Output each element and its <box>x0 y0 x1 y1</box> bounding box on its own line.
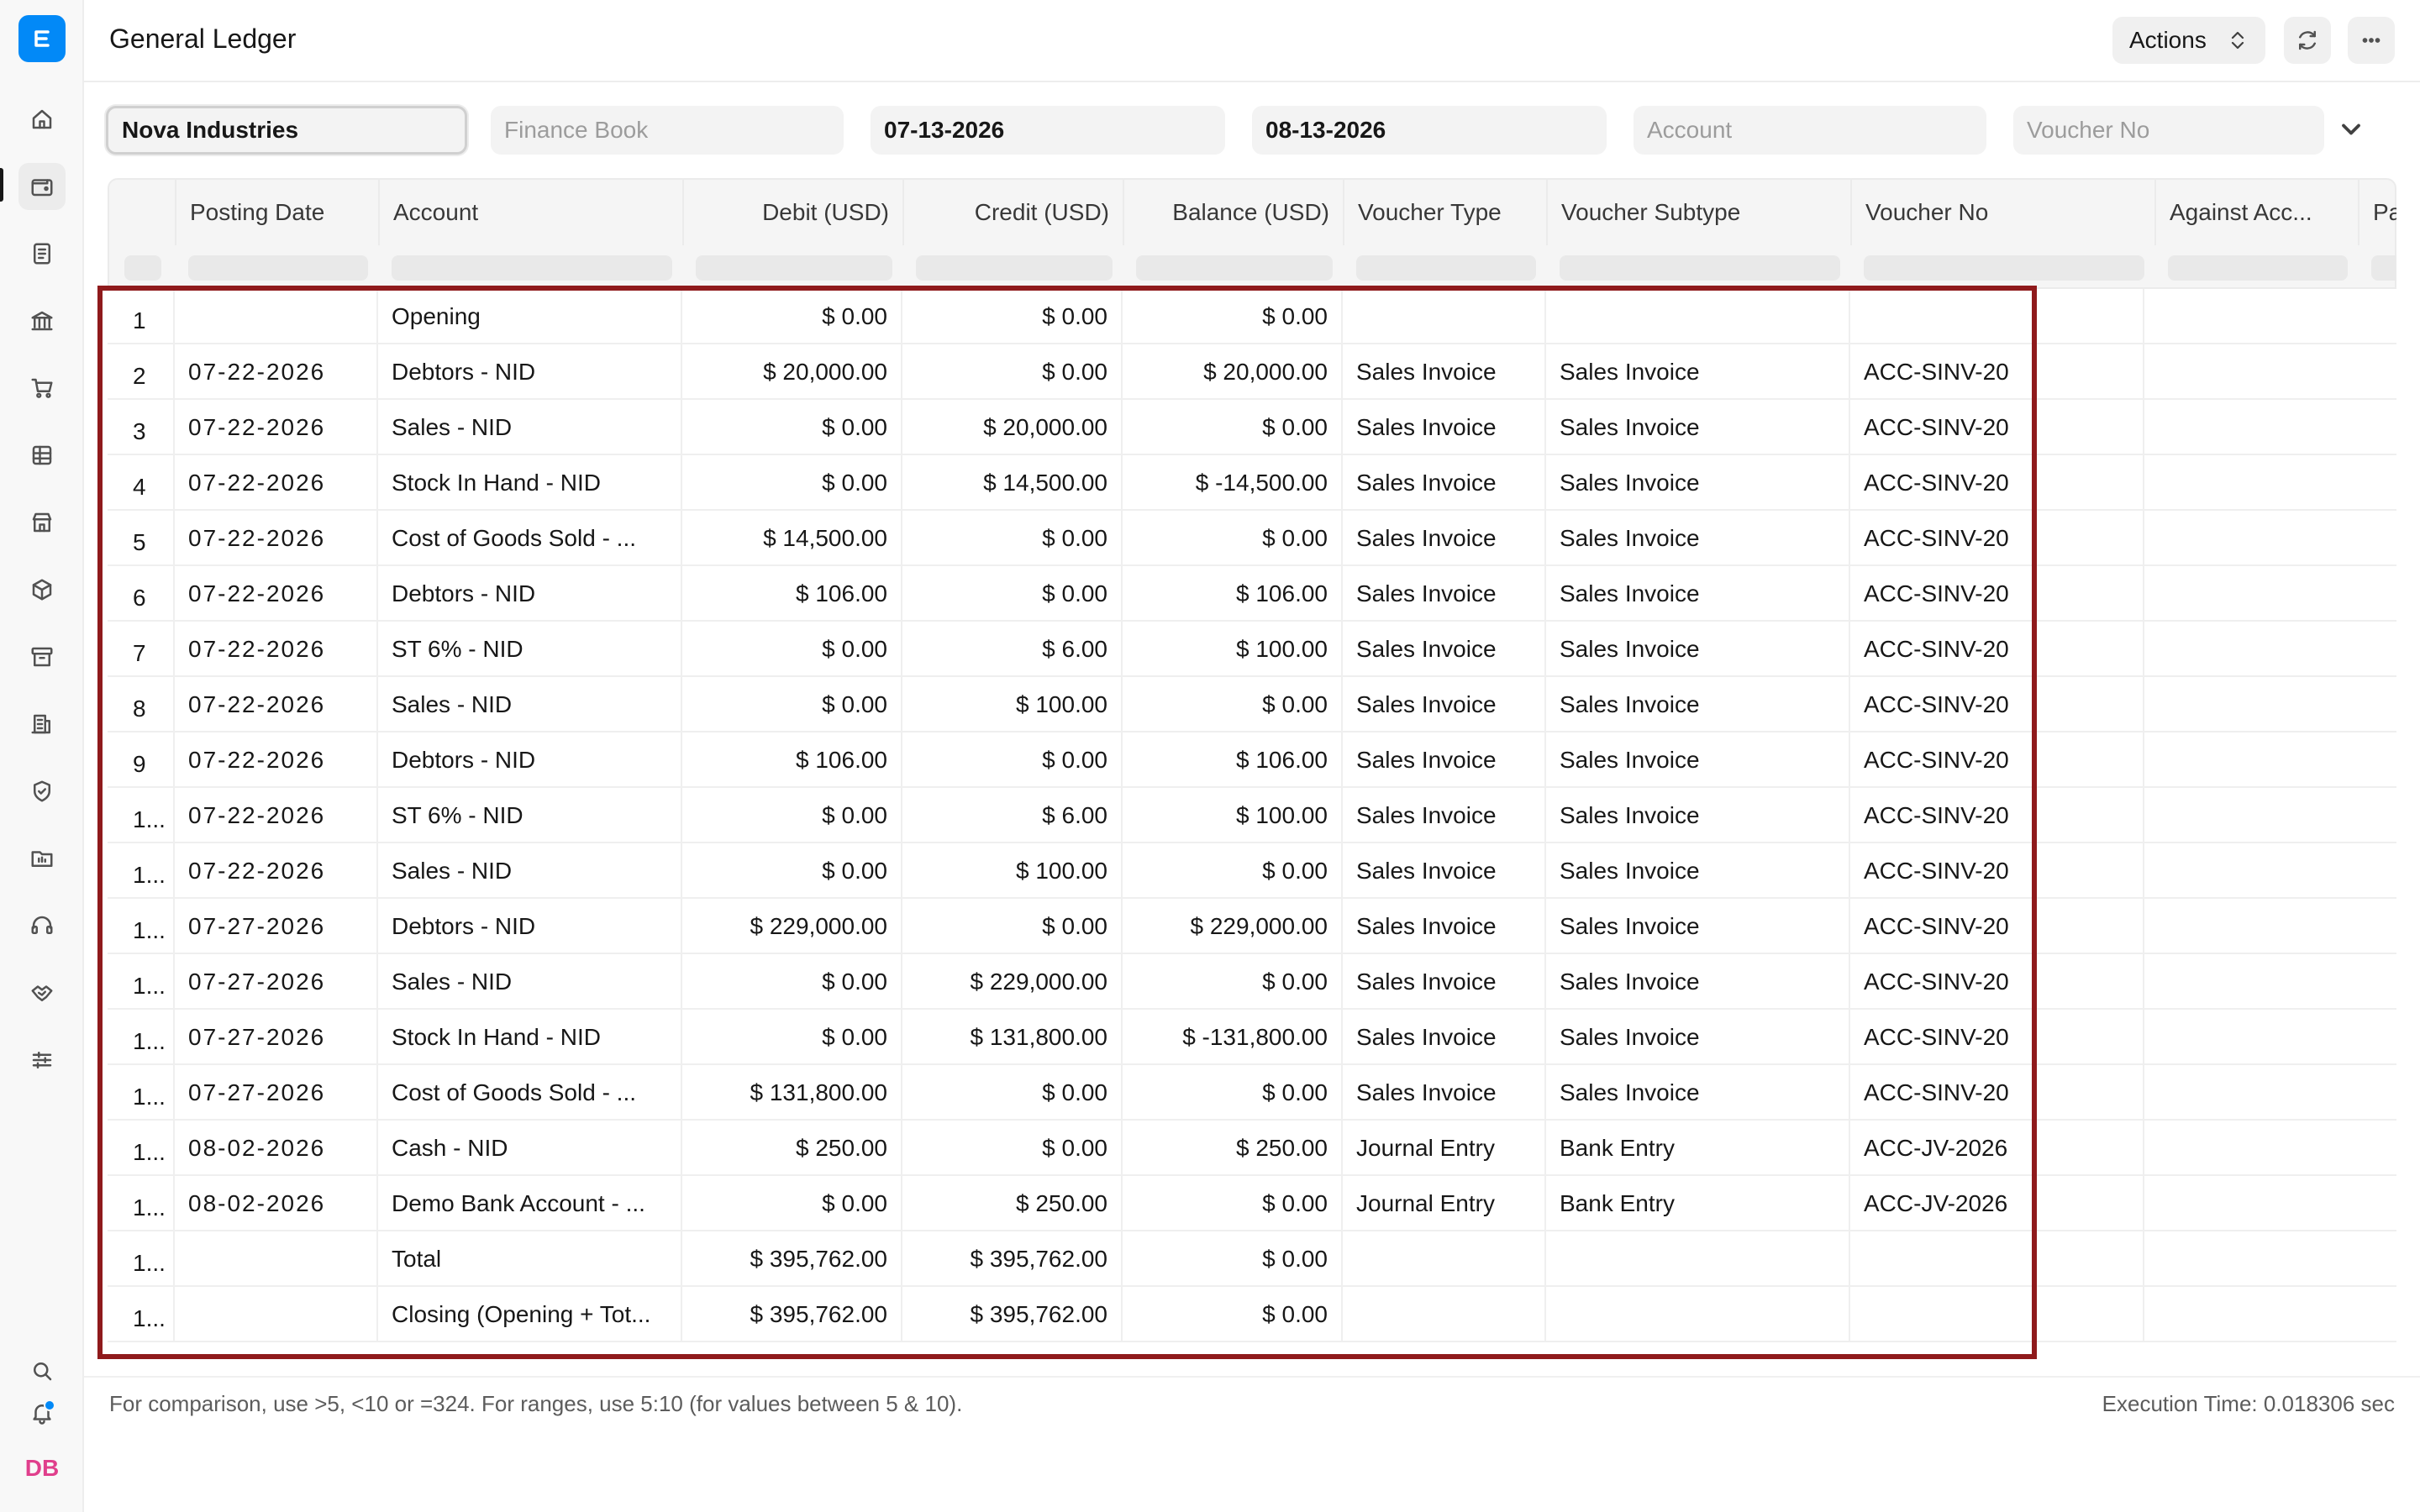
column-filter-posting-date[interactable] <box>188 255 368 281</box>
voucher-no-filter[interactable]: Voucher No <box>2013 106 2324 155</box>
column-filter-voucher-subtype[interactable] <box>1560 255 1840 281</box>
sidebar-notifications[interactable] <box>18 1389 66 1436</box>
box-icon <box>32 579 52 601</box>
sidebar-item-accounting[interactable] <box>18 163 66 210</box>
column-filter-balance[interactable] <box>1136 255 1333 281</box>
filter-hint: For comparison, use >5, <10 or =324. For… <box>109 1391 963 1416</box>
column-filter-voucher-no[interactable] <box>1864 255 2144 281</box>
sidebar-active-marker <box>0 168 3 202</box>
building-icon <box>31 714 50 734</box>
app-logo[interactable] <box>18 15 66 62</box>
page-title: General Ledger <box>109 24 297 54</box>
home-icon <box>32 109 52 129</box>
page-header: General Ledger Actions <box>84 0 2420 82</box>
sidebar-item-selling[interactable] <box>18 499 66 546</box>
sidebar-item-quality[interactable] <box>18 768 66 815</box>
column-header-voucher-no[interactable]: Voucher No <box>1852 180 2156 245</box>
cart-icon <box>31 378 53 398</box>
column-header-against-account[interactable]: Against Acc... <box>2156 180 2360 245</box>
archive-icon <box>31 647 53 667</box>
column-header-account[interactable]: Account <box>380 180 684 245</box>
more-horizontal-icon <box>2362 38 2381 43</box>
column-header-party[interactable]: Pa <box>2360 180 2396 245</box>
finance-book-filter[interactable]: Finance Book <box>491 106 844 155</box>
sidebar-search[interactable] <box>18 1347 66 1394</box>
bank-icon <box>31 311 53 331</box>
e-logo-icon <box>34 30 50 47</box>
avatar[interactable]: DB <box>18 1445 66 1492</box>
chevron-down-icon <box>2342 123 2360 135</box>
selection-highlight <box>97 286 2037 1359</box>
chevron-up-down-icon <box>2231 31 2244 50</box>
table-icon <box>32 445 52 465</box>
sidebar-item-settings[interactable] <box>18 1037 66 1084</box>
column-header-debit[interactable]: Debit (USD) <box>684 180 904 245</box>
sidebar-item-documents[interactable] <box>18 230 66 277</box>
shield-icon <box>34 780 50 802</box>
more-options-button[interactable] <box>2348 17 2395 64</box>
wallet-icon <box>31 179 53 197</box>
actions-button[interactable]: Actions <box>2112 17 2265 64</box>
store-icon <box>32 512 52 533</box>
sliders-icon <box>32 1052 52 1068</box>
account-filter[interactable]: Account <box>1634 106 1986 155</box>
handshake-icon <box>31 985 53 1001</box>
column-header-credit[interactable]: Credit (USD) <box>904 180 1124 245</box>
column-filter-account[interactable] <box>392 255 672 281</box>
notification-dot <box>44 1399 55 1411</box>
sidebar-item-organization[interactable] <box>18 701 66 748</box>
column-filter-against-account[interactable] <box>2168 255 2348 281</box>
column-filter-voucher-type[interactable] <box>1356 255 1536 281</box>
from-date-filter[interactable]: 07-13-2026 <box>871 106 1225 155</box>
sidebar-item-banking[interactable] <box>18 297 66 344</box>
column-header-index[interactable] <box>109 180 176 245</box>
sidebar-item-support[interactable] <box>18 902 66 949</box>
headset-icon <box>31 916 53 934</box>
search-icon <box>34 1362 52 1381</box>
column-filter-party[interactable] <box>2371 255 2396 281</box>
sidebar-item-home[interactable] <box>18 96 66 143</box>
table-header: Posting Date Account Debit (USD) Credit … <box>108 178 2396 289</box>
execution-time: Execution Time: 0.018306 sec <box>2102 1391 2395 1416</box>
document-icon <box>34 243 50 265</box>
sidebar-item-projects[interactable] <box>18 835 66 882</box>
company-filter[interactable]: Nova Industries <box>106 106 467 155</box>
sidebar-item-buying[interactable] <box>18 365 66 412</box>
sidebar: DB <box>0 0 84 1512</box>
sidebar-item-assets[interactable] <box>18 633 66 680</box>
sidebar-item-crm[interactable] <box>18 969 66 1016</box>
refresh-icon <box>2299 30 2316 50</box>
to-date-filter[interactable]: 08-13-2026 <box>1252 106 1607 155</box>
footer-divider <box>84 1376 2420 1378</box>
column-filter-credit[interactable] <box>916 255 1113 281</box>
more-filters-toggle[interactable] <box>2336 114 2370 148</box>
sidebar-item-tables[interactable] <box>18 432 66 479</box>
column-header-posting-date[interactable]: Posting Date <box>176 180 380 245</box>
column-filter-debit[interactable] <box>696 255 892 281</box>
refresh-button[interactable] <box>2284 17 2331 64</box>
sidebar-item-stock[interactable] <box>18 566 66 613</box>
column-header-balance[interactable]: Balance (USD) <box>1124 180 1344 245</box>
folder-icon <box>31 851 53 867</box>
column-filter-index[interactable] <box>124 255 161 281</box>
column-header-voucher-subtype[interactable]: Voucher Subtype <box>1548 180 1852 245</box>
column-header-voucher-type[interactable]: Voucher Type <box>1344 180 1548 245</box>
actions-label: Actions <box>2129 27 2207 53</box>
